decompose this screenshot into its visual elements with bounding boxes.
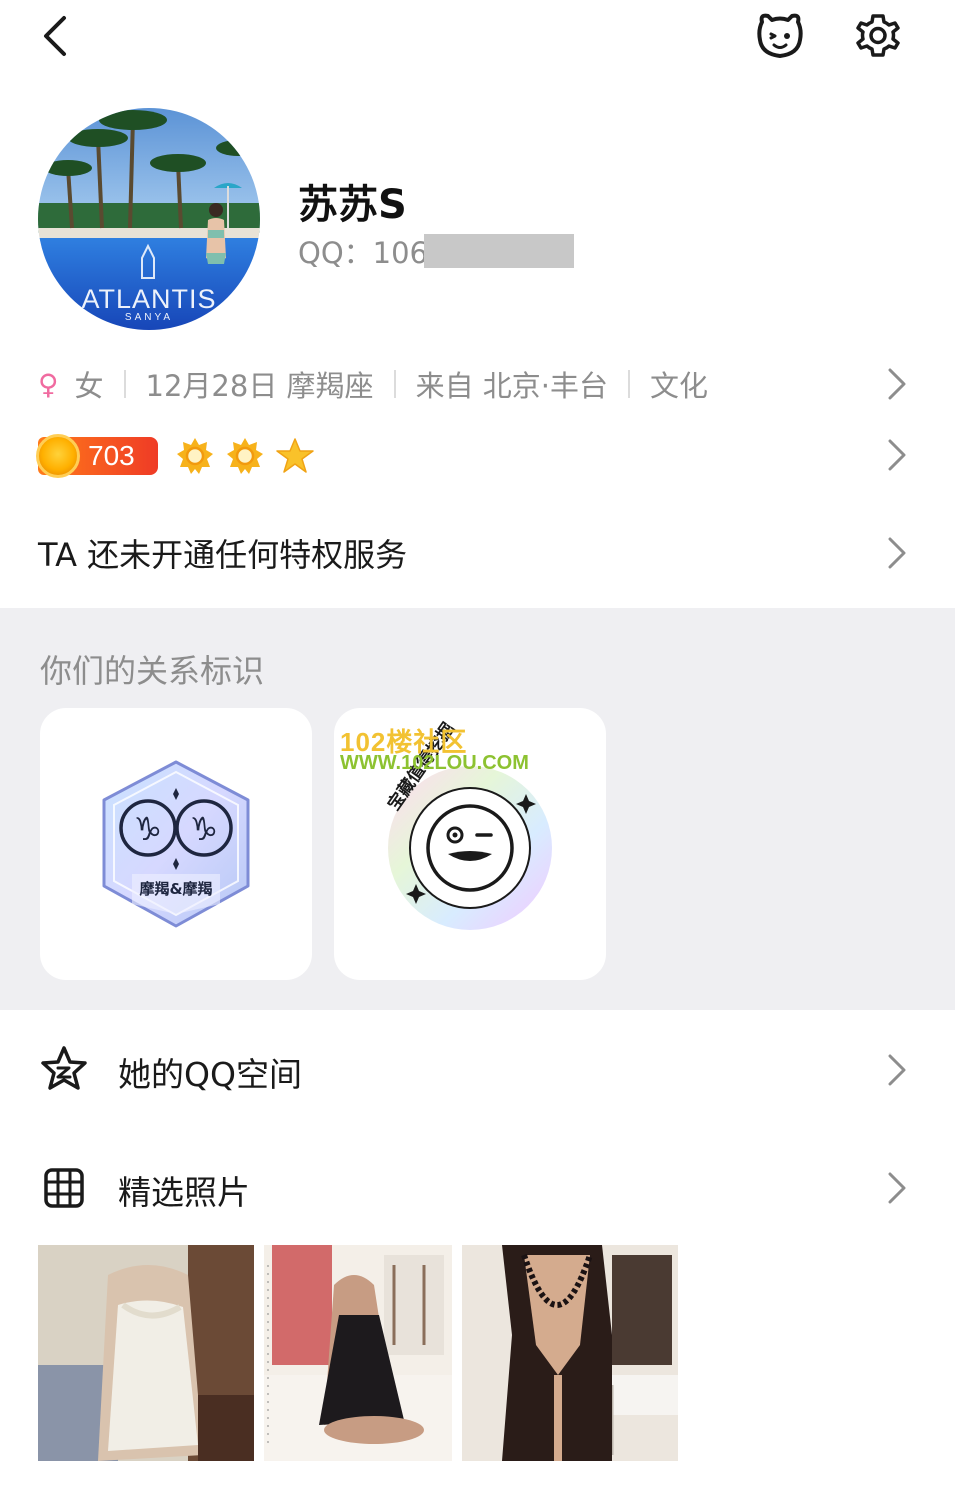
sun-icon xyxy=(227,438,263,474)
chevron-right-icon[interactable] xyxy=(885,366,909,402)
occupation-text: 文化 xyxy=(650,369,709,403)
settings-button[interactable] xyxy=(852,10,904,62)
photo-thumbnail[interactable] xyxy=(462,1245,678,1461)
nickname: 苏苏S xyxy=(298,182,407,228)
qq-number-row: QQ：106 xyxy=(298,232,575,270)
level-value: 703 xyxy=(88,440,135,471)
top-bar xyxy=(0,0,955,80)
pet-face-icon xyxy=(757,13,803,58)
privilege-status[interactable]: TA 还未开通任何特权服务 xyxy=(38,530,407,576)
relationship-title: 你们的关系标识 xyxy=(40,652,265,690)
location-text: 来自 北京·丰台 xyxy=(415,369,608,403)
level-row[interactable]: 703 xyxy=(36,432,326,480)
level-badge: 703 xyxy=(36,434,158,478)
featured-photos xyxy=(38,1245,688,1461)
photos-menu-label: 精选照片 xyxy=(118,1173,250,1212)
relationship-section: 你们的关系标识 ♑ ♑ 摩羯&摩羯 宝藏值得挖掘 102楼社区 WWW.102L… xyxy=(0,608,955,1010)
svg-text:♑: ♑ xyxy=(134,810,163,848)
avatar-caption-small: SANYA xyxy=(124,312,174,323)
photo-image xyxy=(38,1245,254,1461)
svg-text:♑: ♑ xyxy=(190,810,219,848)
profile-info-row[interactable]: ♀ 女 12月28日 摩羯座 来自 北京·丰台 文化 xyxy=(38,362,708,406)
female-icon: ♀ xyxy=(38,367,59,401)
watermark-url: WWW.102LOU.COM xyxy=(340,752,529,774)
photo-image xyxy=(462,1245,678,1461)
photo-thumbnail[interactable] xyxy=(38,1245,254,1461)
capricorn-badge-icon: ♑ ♑ xyxy=(102,760,250,928)
sun-icon xyxy=(177,438,213,474)
zodiac-badge-label: 摩羯&摩羯 xyxy=(139,880,213,898)
qzone-star-icon xyxy=(41,1046,87,1090)
qq-number: QQ：106 xyxy=(298,236,429,270)
photo-thumbnail[interactable] xyxy=(264,1245,452,1461)
photos-menu-item[interactable]: 精选照片 xyxy=(0,1148,955,1228)
grid-icon xyxy=(44,1168,84,1208)
divider xyxy=(628,370,630,398)
chevron-right-icon xyxy=(888,1172,906,1204)
star-icon xyxy=(276,438,314,473)
chevron-right-icon[interactable] xyxy=(885,535,909,571)
avatar[interactable]: ATLANTIS SANYA xyxy=(38,108,260,330)
qzone-menu-label: 她的QQ空间 xyxy=(118,1055,302,1094)
divider xyxy=(123,370,126,398)
back-button[interactable] xyxy=(36,12,80,60)
avatar-caption-large: ATLANTIS xyxy=(81,284,217,314)
chevron-left-icon xyxy=(44,16,66,56)
birthday-text: 12月28日 摩羯座 xyxy=(145,369,374,403)
gear-icon xyxy=(856,14,900,57)
qzone-menu-item[interactable]: 她的QQ空间 xyxy=(0,1030,955,1110)
qq-number-redaction xyxy=(424,234,575,268)
chevron-right-icon xyxy=(888,1054,906,1086)
divider xyxy=(393,370,396,398)
relationship-badge-zodiac[interactable]: ♑ ♑ 摩羯&摩羯 xyxy=(40,708,312,980)
level-icons xyxy=(176,437,326,475)
relationship-badge-treasure[interactable]: 宝藏值得挖掘 102楼社区 WWW.102LOU.COM xyxy=(334,708,606,980)
pet-button[interactable] xyxy=(754,10,806,62)
coin-icon xyxy=(36,434,80,478)
gender-text: 女 xyxy=(74,369,104,403)
photo-image xyxy=(264,1245,452,1461)
chevron-right-icon[interactable] xyxy=(885,437,909,473)
